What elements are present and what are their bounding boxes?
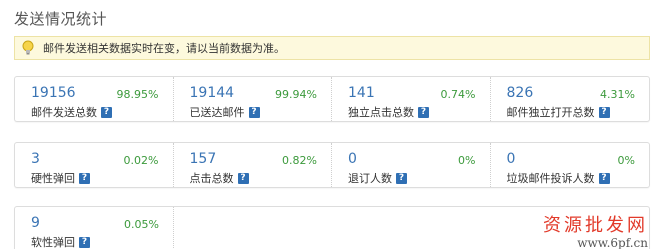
watermark-title: 资源批发网 xyxy=(543,215,648,236)
stats-page: 发送情况统计 邮件发送相关数据实时在变，请以当前数据为准。 19156 98.9… xyxy=(0,0,660,249)
stat-soft-bounce: 9 0.05% 软性弹回 ? xyxy=(15,207,174,249)
stat-percent: 0.74% xyxy=(440,88,476,101)
stat-percent: 0.82% xyxy=(282,154,317,167)
stats-card-row-1: 19156 98.95% 邮件发送总数 ? 19144 99.94% 已送达邮件… xyxy=(14,76,650,122)
stat-percent: 0.05% xyxy=(124,218,159,231)
help-icon[interactable]: ? xyxy=(248,106,260,118)
watermark-subtitle: www.6pf.cn xyxy=(577,236,648,249)
help-icon[interactable]: ? xyxy=(598,106,610,118)
stat-percent: 98.95% xyxy=(116,88,159,101)
stat-unique-clicks: 141 0.74% 独立点击总数 ? xyxy=(332,77,491,121)
stat-label: 已送达邮件 xyxy=(189,106,245,119)
stat-label: 软性弹回 xyxy=(31,236,75,249)
stat-label: 硬性弹回 xyxy=(31,172,75,185)
stat-hard-bounce: 3 0.02% 硬性弹回 ? xyxy=(15,143,174,187)
stat-percent: 0% xyxy=(617,154,635,167)
help-icon[interactable]: ? xyxy=(79,172,90,184)
stats-card-row-2: 3 0.02% 硬性弹回 ? 157 0.82% 点击总数 ? 0 0% 退订人… xyxy=(14,142,650,188)
help-icon[interactable]: ? xyxy=(237,172,249,184)
stat-percent: 0.02% xyxy=(123,154,159,167)
help-icon[interactable]: ? xyxy=(418,106,429,118)
notice-bar: 邮件发送相关数据实时在变，请以当前数据为准。 xyxy=(14,36,650,60)
stat-label: 垃圾邮件投诉人数 xyxy=(506,172,595,185)
watermark: 资源批发网 www.6pf.cn xyxy=(518,216,648,249)
stat-percent: 0% xyxy=(458,154,476,167)
stat-label: 退订人数 xyxy=(348,172,392,185)
help-icon[interactable]: ? xyxy=(79,236,90,248)
page-title: 发送情况统计 xyxy=(14,10,108,28)
empty-cell xyxy=(174,207,333,249)
stat-label: 邮件独立打开总数 xyxy=(506,106,595,119)
stat-label: 独立点击总数 xyxy=(348,106,414,119)
stat-sent-total: 19156 98.95% 邮件发送总数 ? xyxy=(15,77,174,121)
stat-unsubscribes: 0 0% 退订人数 ? xyxy=(332,143,491,187)
help-icon[interactable]: ? xyxy=(598,172,610,184)
stat-delivered: 19144 99.94% 已送达邮件 ? xyxy=(174,77,332,121)
stat-label: 点击总数 xyxy=(189,172,234,185)
help-icon[interactable]: ? xyxy=(101,106,112,118)
stat-percent: 99.94% xyxy=(275,88,317,101)
help-icon[interactable]: ? xyxy=(396,172,407,184)
lightbulb-icon xyxy=(22,40,34,55)
stat-total-clicks: 157 0.82% 点击总数 ? xyxy=(174,143,332,187)
stat-percent: 4.31% xyxy=(600,88,635,101)
stat-unique-opens: 826 4.31% 邮件独立打开总数 ? xyxy=(491,77,650,121)
notice-text: 邮件发送相关数据实时在变，请以当前数据为准。 xyxy=(43,42,285,55)
stat-label: 邮件发送总数 xyxy=(31,106,97,119)
stat-spam-complaints: 0 0% 垃圾邮件投诉人数 ? xyxy=(491,143,650,187)
